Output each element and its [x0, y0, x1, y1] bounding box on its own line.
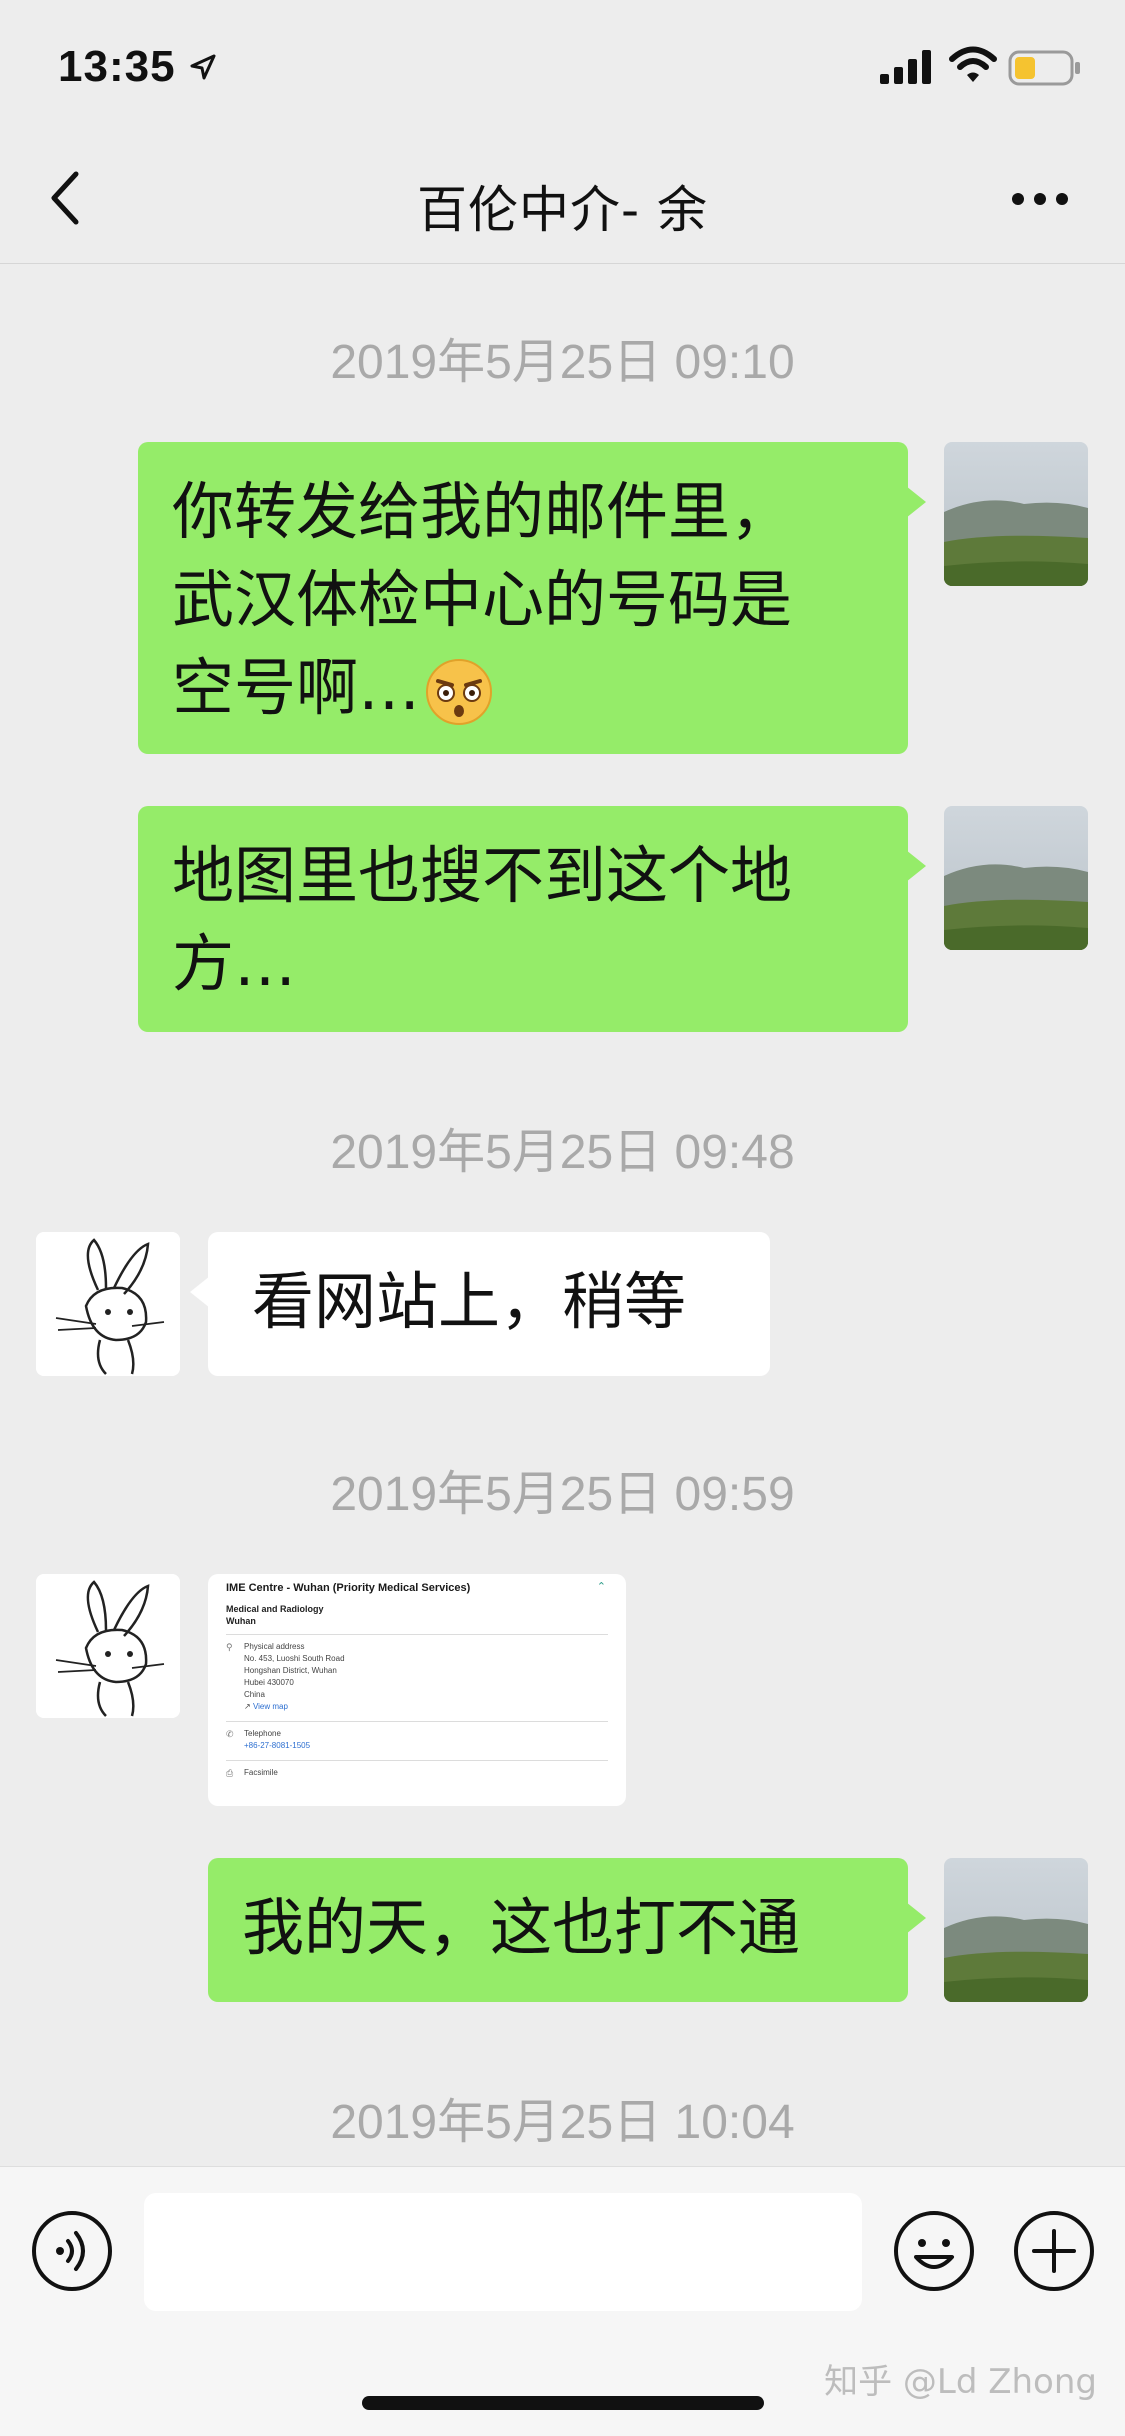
location-arrow-icon [190, 54, 216, 80]
message-input[interactable] [144, 2193, 862, 2311]
rabbit-avatar-image [36, 1574, 180, 1718]
watermark: 知乎 @Ld Zhong [824, 2362, 1097, 2402]
map-pin-icon: ⚲ [226, 1642, 233, 1652]
message-text: 空号啊… [172, 651, 421, 724]
more-dots-icon[interactable] [1010, 184, 1070, 214]
divider [226, 1760, 608, 1761]
chat-title: 百伦中介- 余 [417, 181, 708, 239]
phone-icon: ✆ [226, 1729, 234, 1739]
nav-bar: 百伦中介- 余 [0, 132, 1125, 264]
message-line: 方… [172, 927, 297, 1000]
card-address-block: ⚲ Physical address No. 453, Luoshi South… [226, 1641, 608, 1713]
external-link-icon: ↗ [244, 1702, 253, 1711]
card-telephone-block: ✆ Telephone +86-27-8081-1505 [226, 1728, 608, 1752]
voice-icon[interactable] [30, 2209, 114, 2293]
timestamp: 2019年5月25日 10:04 [330, 2096, 795, 2149]
my-avatar[interactable] [944, 806, 1088, 950]
my-message-bubble[interactable]: 地图里也搜不到这个地 方… [138, 806, 926, 1032]
message-line: 空号啊… [172, 644, 874, 732]
battery-icon [1008, 50, 1080, 86]
contact-avatar[interactable] [36, 1232, 180, 1376]
home-indicator[interactable] [362, 2396, 764, 2410]
my-message-bubble[interactable]: 我的天，这也打不通 [208, 1858, 926, 2002]
shared-image-message[interactable]: IME Centre - Wuhan (Priority Medical Ser… [208, 1574, 626, 1806]
my-avatar[interactable] [944, 442, 1088, 586]
status-time: 13:35 [58, 42, 176, 91]
divider [226, 1721, 608, 1722]
wifi-icon [949, 46, 997, 82]
card-category: Medical and Radiology [226, 1604, 324, 1614]
message-line: 武汉体检中心的号码是 [172, 563, 793, 636]
card-address-line: Hubei 430070 [244, 1678, 294, 1687]
status-bar: 13:35 [0, 0, 1125, 132]
my-avatar[interactable] [944, 1858, 1088, 2002]
card-map-link-row: ↗ View map [244, 1701, 608, 1713]
rabbit-avatar-image [36, 1232, 180, 1376]
plus-icon[interactable] [1012, 2209, 1096, 2293]
card-city: Wuhan [226, 1616, 256, 1626]
card-telephone-label: Telephone [244, 1729, 281, 1738]
divider [226, 1634, 608, 1635]
cellular-signal-icon [880, 50, 931, 84]
card-address-line: No. 453, Luoshi South Road [244, 1654, 345, 1663]
card-telephone: +86-27-8081-1505 [244, 1741, 311, 1750]
fax-icon: ⎙ [226, 1768, 234, 1778]
message-line: 看网站上，稍等 [252, 1265, 687, 1338]
timestamp: 2019年5月25日 09:10 [330, 336, 795, 389]
landscape-avatar-image [944, 1858, 1088, 2002]
timestamp: 2019年5月25日 09:59 [330, 1468, 795, 1521]
message-line: 我的天，这也打不通 [242, 1891, 801, 1964]
landscape-avatar-image [944, 442, 1088, 586]
card-fax-label: Facsimile [244, 1768, 278, 1777]
chevron-up-icon: ⌃ [596, 1581, 606, 1593]
my-message-bubble[interactable]: 你转发给我的邮件里， 武汉体检中心的号码是 空号啊… [138, 442, 926, 754]
card-map-link: View map [252, 1702, 288, 1711]
astonished-face-emoji [426, 658, 493, 725]
contact-message-bubble[interactable]: 看网站上，稍等 [190, 1232, 770, 1376]
landscape-avatar-image [944, 806, 1088, 950]
card-fax-block: ⎙ Facsimile [226, 1767, 608, 1779]
timestamp: 2019年5月25日 09:48 [330, 1126, 795, 1179]
message-line: 你转发给我的邮件里， [172, 475, 793, 548]
card-address-line: China [244, 1690, 265, 1699]
contact-avatar[interactable] [36, 1574, 180, 1718]
emoji-icon[interactable] [892, 2209, 976, 2293]
message-line: 地图里也搜不到这个地 [172, 839, 793, 912]
card-address-label: Physical address [244, 1642, 305, 1651]
card-title: IME Centre - Wuhan (Priority Medical Ser… [226, 1582, 471, 1594]
card-address-line: Hongshan District, Wuhan [244, 1666, 337, 1675]
